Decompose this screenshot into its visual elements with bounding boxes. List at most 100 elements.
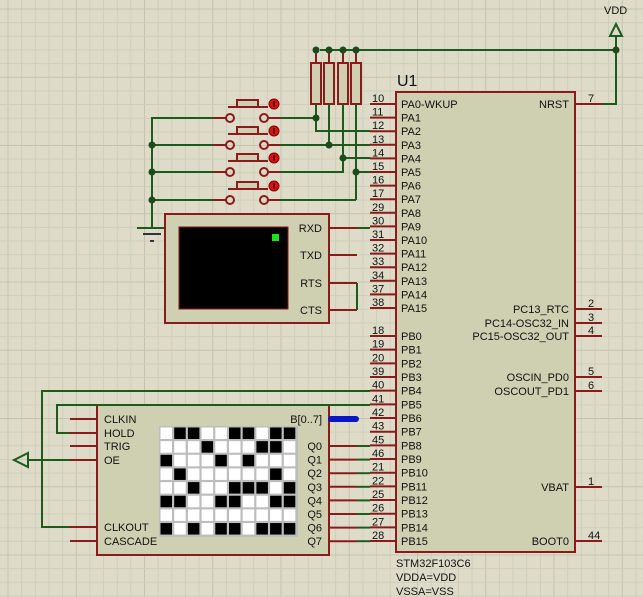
pattern-cell[interactable] (201, 427, 214, 440)
pattern-cell[interactable] (256, 454, 268, 467)
pattern-cell[interactable] (215, 441, 227, 453)
pattern-cell[interactable] (270, 482, 282, 494)
pattern-pin-cascade[interactable]: CASCADE (70, 536, 157, 548)
pattern-cell[interactable] (270, 468, 282, 480)
pattern-cell[interactable] (283, 495, 296, 508)
pattern-cell[interactable] (215, 495, 227, 508)
pattern-cell[interactable] (283, 482, 296, 494)
pattern-pin-clkin[interactable]: CLKIN (70, 414, 136, 426)
pattern-cell[interactable] (256, 523, 268, 535)
pattern-cell[interactable] (187, 468, 200, 480)
pattern-cell[interactable] (174, 482, 186, 494)
pattern-cell[interactable] (201, 468, 214, 480)
pattern-pin-q1[interactable]: Q1 (307, 455, 370, 467)
pattern-cell[interactable] (187, 523, 200, 535)
pattern-cell[interactable] (174, 427, 186, 440)
pattern-cell[interactable] (174, 454, 186, 467)
pattern-cell[interactable] (242, 427, 255, 440)
pattern-cell[interactable] (215, 454, 227, 467)
pattern-cell[interactable] (174, 495, 186, 508)
button-state-indicator-icon[interactable] (268, 125, 280, 137)
pattern-cell[interactable] (187, 454, 200, 467)
pattern-cell[interactable] (160, 482, 173, 494)
resistor-4[interactable] (350, 62, 362, 105)
pattern-cell[interactable] (270, 454, 282, 467)
pattern-cell[interactable] (174, 509, 186, 521)
u1-stm32[interactable]: U1 10 PA0-WKUP11 PA112 PA213 PA314 PA415 PA516… (370, 73, 602, 597)
pattern-pin-q0[interactable]: Q0 (307, 441, 370, 453)
pattern-cell[interactable] (270, 495, 282, 508)
pattern-pin-oe[interactable]: OE (70, 455, 120, 467)
virtual-terminal[interactable]: RXD TXD RTS CTS (164, 213, 357, 324)
pattern-cell[interactable] (215, 509, 227, 521)
pattern-cell[interactable] (201, 454, 214, 467)
pattern-cell[interactable] (187, 427, 200, 440)
pattern-cell[interactable] (160, 454, 173, 467)
pattern-cell[interactable] (201, 482, 214, 494)
pattern-cell[interactable] (283, 468, 296, 480)
pattern-cell[interactable] (256, 468, 268, 480)
pattern-cell[interactable] (242, 495, 255, 508)
pattern-pin-q4[interactable]: Q4 (307, 495, 370, 507)
vdd-power-terminal[interactable]: VDD (604, 5, 627, 37)
pattern-cell[interactable] (256, 441, 268, 453)
pattern-cell[interactable] (270, 441, 282, 453)
resistor-1[interactable] (310, 62, 322, 105)
pattern-cell[interactable] (229, 454, 241, 467)
pattern-cell[interactable] (160, 495, 173, 508)
pattern-cell[interactable] (242, 523, 255, 535)
pattern-generator[interactable]: CLKIN HOLDTRIG OE CLKOUT CASCADE Q0 Q1Q2 Q3Q4 Q5… (70, 404, 370, 556)
pattern-cell[interactable] (215, 482, 227, 494)
pattern-cell[interactable] (174, 468, 186, 480)
button-state-indicator-icon[interactable] (268, 98, 280, 110)
pattern-cell[interactable] (283, 509, 296, 521)
pattern-cell[interactable] (283, 441, 296, 453)
pattern-cell[interactable] (229, 523, 241, 535)
pattern-cell[interactable] (215, 523, 227, 535)
pattern-cell[interactable] (270, 427, 282, 440)
pattern-cell[interactable] (242, 509, 255, 521)
pattern-cell[interactable] (160, 427, 173, 440)
pattern-pin-q7[interactable]: Q7 (307, 536, 370, 548)
pattern-cell[interactable] (174, 523, 186, 535)
pattern-cell[interactable] (160, 441, 173, 453)
pattern-cell[interactable] (201, 441, 214, 453)
pattern-cell[interactable] (215, 427, 227, 440)
button-state-indicator-icon[interactable] (268, 152, 280, 164)
pattern-cell[interactable] (201, 509, 214, 521)
pattern-cell[interactable] (229, 468, 241, 480)
pattern-cell[interactable] (187, 495, 200, 508)
pattern-cell[interactable] (270, 523, 282, 535)
pattern-cell[interactable] (242, 441, 255, 453)
pattern-cell[interactable] (201, 523, 214, 535)
pattern-cell[interactable] (242, 468, 255, 480)
pattern-cell[interactable] (160, 509, 173, 521)
schematic-canvas[interactable]: VDD RXD TXD RTS CTS CLKIN HOLD TRIG OE CLKOUT CA… (0, 0, 643, 597)
pattern-cell[interactable] (201, 495, 214, 508)
pattern-cell[interactable] (270, 509, 282, 521)
pattern-cell[interactable] (187, 441, 200, 453)
output-terminal-arrow-icon[interactable] (11, 451, 29, 469)
pattern-pin-clkout[interactable]: CLKOUT (70, 522, 149, 534)
pattern-cell[interactable] (187, 482, 200, 494)
pattern-cell[interactable] (283, 454, 296, 467)
pattern-cell[interactable] (174, 441, 186, 453)
button-state-indicator-icon[interactable] (268, 180, 280, 192)
pattern-cell[interactable] (256, 495, 268, 508)
pattern-cell[interactable] (283, 523, 296, 535)
pattern-cell[interactable] (229, 495, 241, 508)
pattern-pin-q2[interactable]: Q2 (307, 468, 370, 480)
resistor-3[interactable] (337, 62, 349, 105)
pattern-cell[interactable] (229, 427, 241, 440)
pattern-cell[interactable] (242, 454, 255, 467)
pattern-cell[interactable] (256, 482, 268, 494)
resistor-2[interactable] (323, 62, 335, 105)
pattern-cell[interactable] (187, 509, 200, 521)
pattern-cell[interactable] (160, 523, 173, 535)
pattern-pin-q6[interactable]: Q6 (307, 523, 370, 535)
pattern-pin-q3[interactable]: Q3 (307, 482, 370, 494)
pattern-cell[interactable] (229, 509, 241, 521)
pattern-cell[interactable] (229, 441, 241, 453)
pattern-cell[interactable] (215, 468, 227, 480)
pattern-cell[interactable] (283, 427, 296, 440)
